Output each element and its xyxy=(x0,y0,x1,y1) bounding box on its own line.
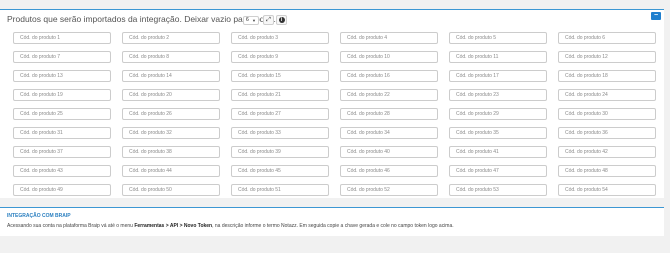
product-code-input[interactable] xyxy=(449,70,547,82)
product-code-input[interactable] xyxy=(558,89,656,101)
product-code-input[interactable] xyxy=(122,51,220,63)
product-code-input[interactable] xyxy=(231,146,329,158)
product-code-input[interactable] xyxy=(231,51,329,63)
product-code-input[interactable] xyxy=(340,146,438,158)
product-code-input[interactable] xyxy=(340,127,438,139)
expand-arrows-icon: ⤢ xyxy=(266,17,271,23)
product-code-input[interactable] xyxy=(449,184,547,196)
chevron-down-icon: ▼ xyxy=(252,18,256,23)
product-code-input[interactable] xyxy=(13,146,111,158)
product-code-input[interactable] xyxy=(122,165,220,177)
product-code-input[interactable] xyxy=(13,127,111,139)
info-circle-icon: i xyxy=(278,17,285,23)
product-code-input[interactable] xyxy=(558,51,656,63)
info-button[interactable]: i xyxy=(276,15,287,25)
product-code-input[interactable] xyxy=(13,70,111,82)
product-code-input[interactable] xyxy=(449,51,547,63)
product-code-input[interactable] xyxy=(340,70,438,82)
product-code-input[interactable] xyxy=(13,108,111,120)
product-code-input[interactable] xyxy=(449,127,547,139)
fields-count-select[interactable]: 6 ▼ xyxy=(243,16,259,25)
product-code-grid xyxy=(13,32,656,196)
integration-panel: INTEGRAÇÃO COM BRAIP Acessando sua conta… xyxy=(0,207,664,236)
product-code-input[interactable] xyxy=(13,165,111,177)
product-code-input[interactable] xyxy=(340,165,438,177)
product-code-input[interactable] xyxy=(231,108,329,120)
product-code-input[interactable] xyxy=(231,165,329,177)
product-code-input[interactable] xyxy=(122,70,220,82)
product-code-input[interactable] xyxy=(558,32,656,44)
product-code-input[interactable] xyxy=(558,127,656,139)
minus-icon: − xyxy=(653,12,659,19)
instructions-text-end: , na descrição informe o termo Notazz. E… xyxy=(212,223,454,229)
product-code-input[interactable] xyxy=(122,127,220,139)
product-code-input[interactable] xyxy=(122,89,220,101)
product-code-input[interactable] xyxy=(13,184,111,196)
products-panel-title: Produtos que serão importados da integra… xyxy=(7,14,276,24)
product-code-input[interactable] xyxy=(231,70,329,82)
product-code-input[interactable] xyxy=(122,108,220,120)
product-code-input[interactable] xyxy=(122,32,220,44)
product-code-input[interactable] xyxy=(558,70,656,82)
product-code-input[interactable] xyxy=(231,89,329,101)
product-code-input[interactable] xyxy=(13,32,111,44)
product-code-input[interactable] xyxy=(340,108,438,120)
integration-instructions: Acessando sua conta na plataforma Braip … xyxy=(7,223,454,229)
product-code-input[interactable] xyxy=(558,184,656,196)
product-code-input[interactable] xyxy=(231,184,329,196)
products-panel: Produtos que serão importados da integra… xyxy=(0,9,664,198)
product-code-input[interactable] xyxy=(13,51,111,63)
product-code-input[interactable] xyxy=(340,89,438,101)
integration-title: INTEGRAÇÃO COM BRAIP xyxy=(7,213,71,219)
product-code-input[interactable] xyxy=(340,184,438,196)
product-code-input[interactable] xyxy=(449,32,547,44)
expand-button[interactable]: ⤢ xyxy=(263,15,274,25)
product-code-input[interactable] xyxy=(449,89,547,101)
product-code-input[interactable] xyxy=(122,146,220,158)
product-code-input[interactable] xyxy=(340,51,438,63)
product-code-input[interactable] xyxy=(449,165,547,177)
fields-count-value: 6 xyxy=(246,17,249,23)
product-code-input[interactable] xyxy=(558,165,656,177)
collapse-button[interactable]: − xyxy=(651,12,661,20)
product-code-input[interactable] xyxy=(340,32,438,44)
instructions-text-start: Acessando sua conta na plataforma Braip … xyxy=(7,223,135,229)
product-code-input[interactable] xyxy=(449,108,547,120)
product-code-input[interactable] xyxy=(558,146,656,158)
product-code-input[interactable] xyxy=(13,89,111,101)
product-code-input[interactable] xyxy=(231,32,329,44)
product-code-input[interactable] xyxy=(558,108,656,120)
instructions-menu-path: Ferramentas > API > Novo Token xyxy=(134,223,213,229)
product-code-input[interactable] xyxy=(122,184,220,196)
product-code-input[interactable] xyxy=(449,146,547,158)
product-code-input[interactable] xyxy=(231,127,329,139)
